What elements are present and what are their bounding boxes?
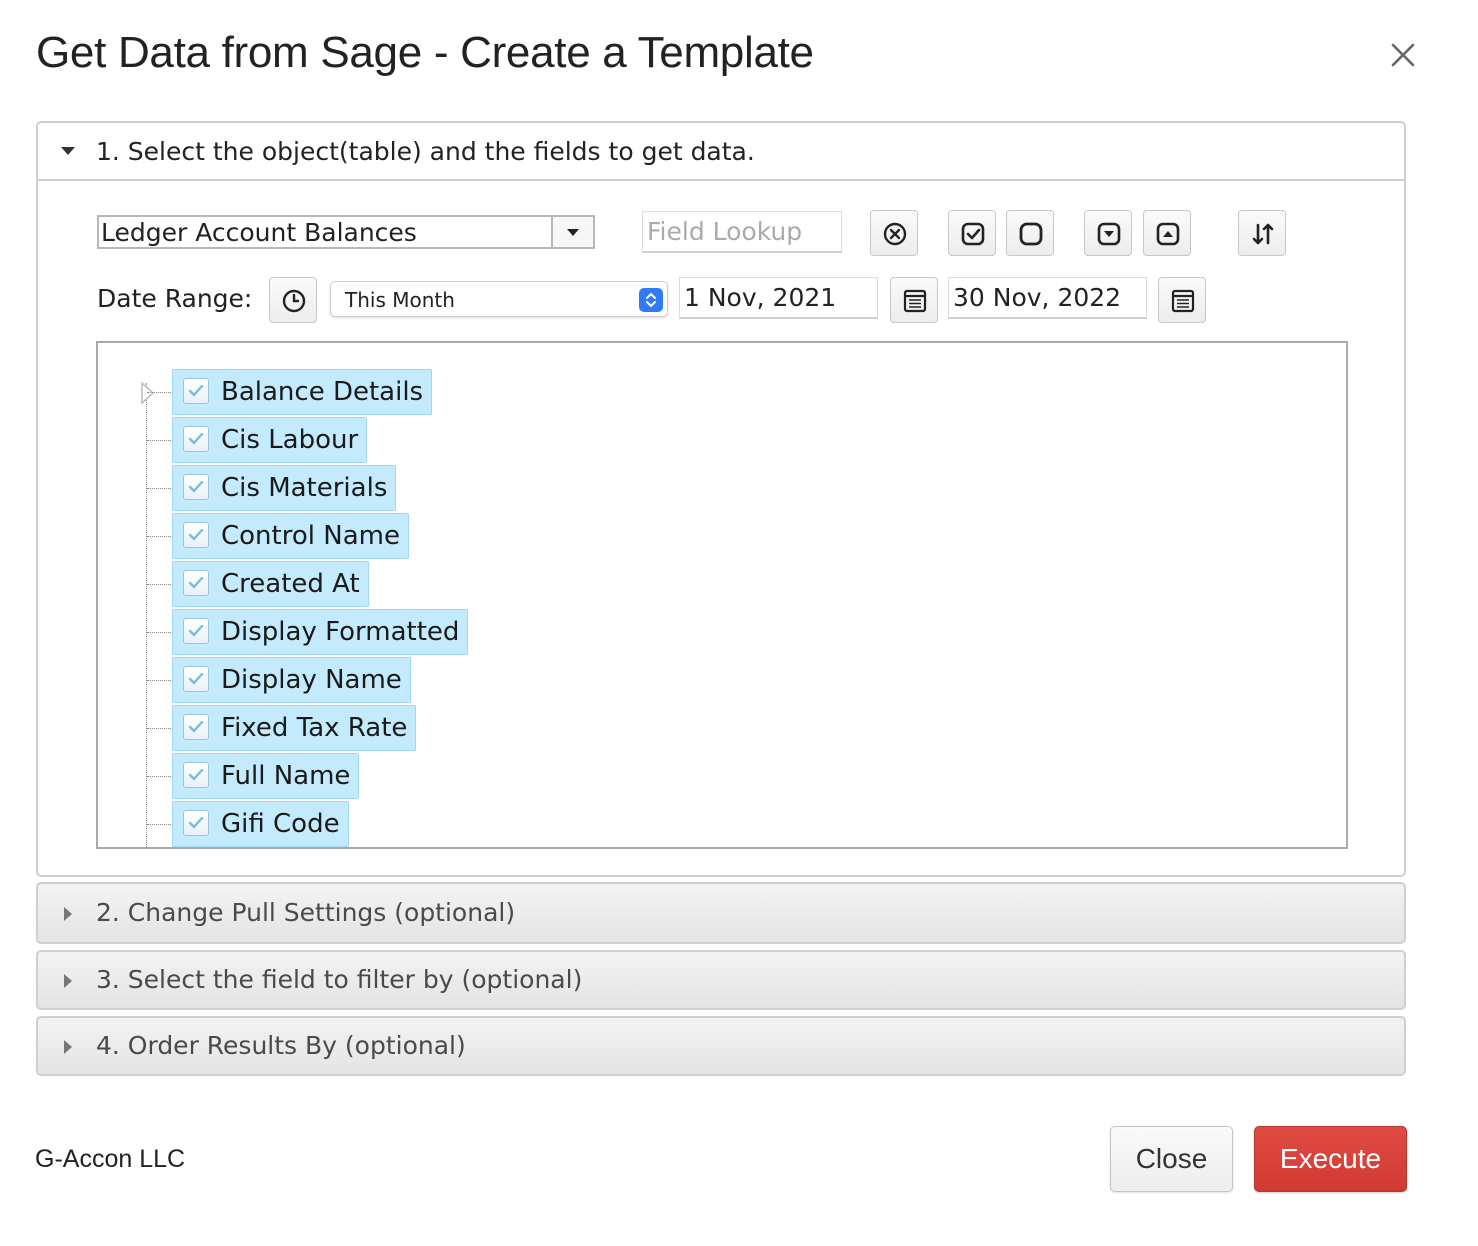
company-name: G-Accon LLC <box>35 1145 186 1173</box>
check-icon <box>188 384 204 397</box>
end-date-input[interactable] <box>948 277 1147 319</box>
tree-item[interactable]: Balance Details <box>147 369 433 415</box>
collapse-all-button[interactable] <box>1143 210 1191 256</box>
triangle-right-icon <box>64 1040 72 1054</box>
check-icon <box>188 480 204 493</box>
tree-item[interactable]: Cis Labour <box>147 417 368 463</box>
triangle-right-icon <box>64 907 72 921</box>
section-filter-field: 3. Select the field to filter by (option… <box>36 950 1406 1010</box>
triangle-down-icon <box>61 147 75 155</box>
section-select-object: 1. Select the object(table) and the fiel… <box>36 121 1406 877</box>
check-icon <box>188 816 204 829</box>
field-checkbox[interactable] <box>183 378 209 404</box>
circle-x-icon <box>883 222 907 246</box>
up-down-chevron-icon <box>646 293 656 307</box>
field-checkbox[interactable] <box>183 426 209 452</box>
date-range-preset-value: This Month <box>345 288 455 312</box>
date-range-label: Date Range: <box>97 284 253 313</box>
tree-expander-icon[interactable] <box>140 381 156 405</box>
check-icon <box>188 432 204 445</box>
field-checkbox[interactable] <box>183 762 209 788</box>
sort-fields-button[interactable] <box>1238 210 1286 256</box>
tree-item[interactable]: Fixed Tax Rate <box>147 705 417 751</box>
section-4-heading: 4. Order Results By (optional) <box>96 1031 466 1060</box>
square-chevron-down-icon <box>1097 222 1121 246</box>
field-checkbox[interactable] <box>183 666 209 692</box>
check-icon <box>188 528 204 541</box>
calendar-list-icon <box>1171 289 1195 313</box>
section-3-header[interactable]: 3. Select the field to filter by (option… <box>38 952 1404 1008</box>
tree-item[interactable]: Control Name <box>147 513 409 559</box>
section-pull-settings: 2. Change Pull Settings (optional) <box>36 882 1406 944</box>
start-date-calendar-button[interactable] <box>890 277 938 323</box>
object-select-arrow[interactable] <box>551 217 593 247</box>
section-1-header[interactable]: 1. Select the object(table) and the fiel… <box>38 123 1404 181</box>
clear-selection-button[interactable] <box>870 210 918 256</box>
field-label: Full Name <box>221 761 351 791</box>
field-label: Gifi Code <box>221 809 340 839</box>
check-icon <box>188 720 204 733</box>
check-icon <box>188 672 204 685</box>
select-all-button[interactable] <box>948 210 996 256</box>
check-icon <box>188 624 204 637</box>
field-label: Created At <box>221 569 360 599</box>
field-label: Display Name <box>221 665 402 695</box>
deselect-all-button[interactable] <box>1006 210 1054 256</box>
tree-item[interactable]: Display Name <box>147 657 411 703</box>
end-date-calendar-button[interactable] <box>1158 277 1206 323</box>
field-checkbox[interactable] <box>183 714 209 740</box>
field-label: Cis Materials <box>221 473 388 503</box>
triangle-right-icon <box>64 974 72 988</box>
select-stepper <box>639 288 663 312</box>
check-square-icon <box>961 222 985 246</box>
field-label: Cis Labour <box>221 425 359 455</box>
dialog-close-button[interactable] <box>1386 38 1420 72</box>
field-label: Control Name <box>221 521 400 551</box>
date-range-preset-select[interactable]: This Month <box>330 281 668 317</box>
section-2-header[interactable]: 2. Change Pull Settings (optional) <box>38 884 1404 942</box>
fields-tree[interactable]: Balance Details Cis Labour Cis Materials… <box>96 341 1348 849</box>
object-select-value: Ledger Account Balances <box>101 218 417 247</box>
section-2-heading: 2. Change Pull Settings (optional) <box>96 898 516 927</box>
object-select[interactable]: Ledger Account Balances <box>97 215 595 249</box>
tree-item[interactable]: Created At <box>147 561 369 607</box>
tree-item[interactable]: Cis Materials <box>147 465 397 511</box>
field-checkbox[interactable] <box>183 474 209 500</box>
check-icon <box>188 768 204 781</box>
close-x-icon <box>1391 43 1415 67</box>
empty-square-icon <box>1019 222 1043 246</box>
close-button[interactable]: Close <box>1110 1126 1233 1192</box>
field-checkbox[interactable] <box>183 570 209 596</box>
field-checkbox[interactable] <box>183 810 209 836</box>
field-label: Balance Details <box>221 377 424 407</box>
section-4-header[interactable]: 4. Order Results By (optional) <box>38 1018 1404 1074</box>
field-checkbox[interactable] <box>183 618 209 644</box>
check-icon <box>188 576 204 589</box>
tree-item[interactable]: Display Formatted <box>147 609 469 655</box>
field-label: Fixed Tax Rate <box>221 713 408 743</box>
field-label: Display Formatted <box>221 617 460 647</box>
section-order-results: 4. Order Results By (optional) <box>36 1016 1406 1076</box>
chevron-down-icon <box>567 229 579 236</box>
square-chevron-up-icon <box>1156 222 1180 246</box>
sort-arrows-icon <box>1252 223 1274 245</box>
start-date-input[interactable] <box>679 277 878 319</box>
calendar-list-icon <box>903 289 927 313</box>
tree-connector-line <box>146 383 147 847</box>
execute-button[interactable]: Execute <box>1254 1126 1407 1192</box>
tree-item[interactable]: Gifi Code <box>147 801 349 847</box>
section-1-heading: 1. Select the object(table) and the fiel… <box>96 137 755 166</box>
expand-all-button[interactable] <box>1084 210 1132 256</box>
date-range-clock-button[interactable] <box>269 277 317 323</box>
tree-item[interactable]: Full Name <box>147 753 360 799</box>
section-3-heading: 3. Select the field to filter by (option… <box>96 965 583 994</box>
field-lookup-input[interactable] <box>642 211 842 253</box>
field-checkbox[interactable] <box>183 522 209 548</box>
dialog-title: Get Data from Sage - Create a Template <box>36 28 814 77</box>
clock-icon <box>282 289 306 313</box>
